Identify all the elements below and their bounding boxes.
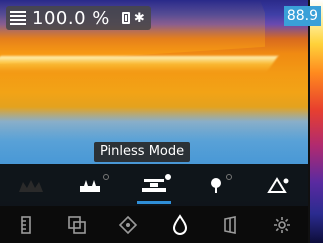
- mode-3-dot: [164, 174, 171, 180]
- bluetooth-icon: ✱: [133, 10, 145, 26]
- droplet-icon: [172, 213, 187, 235]
- scale-max-value: 88.9: [283, 6, 321, 26]
- nav-settings-button[interactable]: [257, 206, 308, 243]
- palette-icon: [224, 215, 236, 234]
- mode-1-button: [0, 164, 62, 206]
- moisture-mode-icon: [10, 11, 26, 25]
- nav-moisture-button[interactable]: [154, 206, 205, 243]
- delta-mode-icon: [267, 177, 289, 193]
- nav-target-button[interactable]: [103, 206, 154, 243]
- moisture-reading: 100.0 %: [32, 7, 110, 29]
- bottom-navigation: [0, 206, 308, 243]
- mode-5-button[interactable]: [246, 164, 308, 206]
- nav-palette-button[interactable]: [205, 206, 256, 243]
- overlay-icon: [68, 215, 86, 234]
- gear-icon: [274, 216, 291, 233]
- mode-2-dot: [103, 174, 110, 180]
- mode-4-button[interactable]: [185, 164, 247, 206]
- pinless-mode-icon: [141, 179, 166, 192]
- status-icons: ✱: [121, 10, 145, 26]
- nav-ruler-button[interactable]: [0, 206, 51, 243]
- mode-tooltip: Pinless Mode: [94, 142, 191, 162]
- probe-mode-icon: [210, 178, 221, 193]
- status-bar: 100.0 % ✱: [6, 6, 151, 30]
- hot-edge-highlight: [0, 56, 278, 72]
- mode-2-button[interactable]: [62, 164, 124, 206]
- mode-selector: [0, 164, 308, 206]
- mode-3-button[interactable]: [123, 164, 185, 206]
- battery-icon: [121, 12, 130, 24]
- nav-overlay-button[interactable]: [51, 206, 102, 243]
- material-icon: [18, 180, 43, 192]
- mode-4-dot: [226, 174, 233, 180]
- pin-mode-icon: [80, 180, 101, 192]
- target-icon: [119, 215, 138, 234]
- color-scale-bar: [310, 0, 323, 243]
- ruler-icon: [20, 215, 31, 234]
